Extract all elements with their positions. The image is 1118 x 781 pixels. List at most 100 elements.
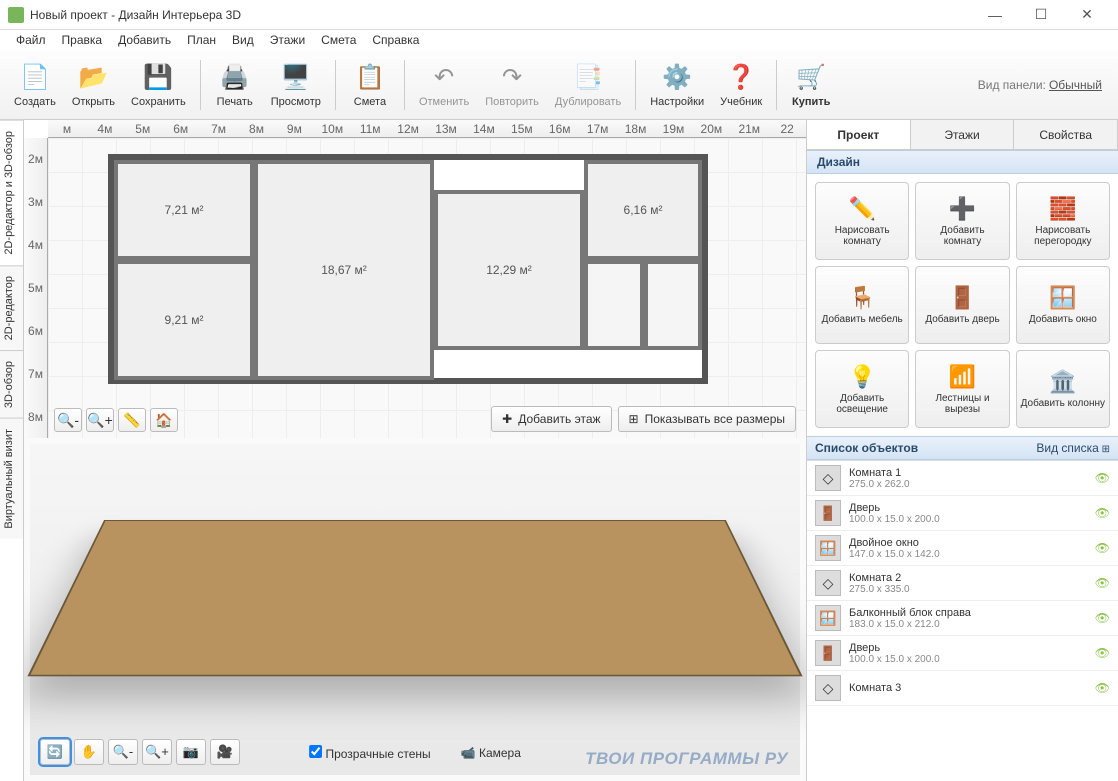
object-list[interactable]: ◇Комната 1275.0 x 262.0👁🚪Дверь100.0 x 15… [807,460,1118,781]
create-button[interactable]: 📄Создать [6,58,64,112]
object-item[interactable]: 🚪Дверь100.0 x 15.0 x 200.0👁 [807,496,1118,531]
show-sizes-button[interactable]: ⊞Показывать все размеры [618,406,796,432]
room-5[interactable]: 9,21 м² [114,260,254,380]
add-floor-button[interactable]: ✚Добавить этаж [491,406,611,432]
design-item-3[interactable]: 🪑Добавить мебель [815,266,909,344]
visibility-icon[interactable]: 👁 [1095,506,1110,520]
watermark: ТВОИ ПРОГРАММЫ РУ [585,749,788,769]
object-icon: 🪟 [815,605,841,631]
tab-2d[interactable]: 2D-редактор [0,265,23,350]
transparent-walls-checkbox[interactable]: Прозрачные стены [309,745,431,761]
ruler-vertical: 2м3м4м5м6м7м8м [24,138,48,438]
visibility-icon[interactable]: 👁 [1095,576,1110,590]
object-item[interactable]: ◇Комната 3👁 [807,671,1118,706]
tab-2d-3d[interactable]: 2D-редактор и 3D-обзор [0,120,23,265]
visibility-icon[interactable]: 👁 [1095,646,1110,660]
copy-icon: 📑 [572,62,604,94]
menu-estimate[interactable]: Смета [313,31,364,49]
save-button[interactable]: 💾Сохранить [123,58,194,112]
design-item-1[interactable]: ➕Добавить комнату [915,182,1009,260]
menu-file[interactable]: Файл [8,31,54,49]
open-button[interactable]: 📂Открыть [64,58,123,112]
object-icon: ◇ [815,570,841,596]
visibility-icon[interactable]: 👁 [1095,541,1110,555]
object-item[interactable]: 🪟Балконный блок справа183.0 x 15.0 x 212… [807,601,1118,636]
monitor-icon: 🖥️ [280,62,312,94]
preview-button[interactable]: 🖥️Просмотр [263,58,329,112]
snapshot-button[interactable]: 📷 [176,739,206,765]
buy-button[interactable]: 🛒Купить [783,58,839,112]
tab-props[interactable]: Свойства [1014,120,1118,149]
room-1[interactable]: 7,21 м² [114,160,254,260]
design-icon: ✏️ [848,195,875,223]
undo-button[interactable]: ↶Отменить [411,58,477,112]
tab-virtual[interactable]: Виртуальный визит [0,418,23,539]
window-title: Новый проект - Дизайн Интерьера 3D [30,8,972,22]
room-2[interactable]: 18,67 м² [254,160,434,380]
room-4[interactable]: 6,16 м² [584,160,702,260]
scene-3d[interactable]: 🔄 ✋ 🔍- 🔍+ 📷 🎥 Прозрачные стены 📹 Камера … [30,444,800,775]
duplicate-button[interactable]: 📑Дублировать [547,58,629,112]
home-button[interactable]: 🏠 [150,408,178,432]
save-icon: 💾 [142,62,174,94]
design-item-0[interactable]: ✏️Нарисовать комнату [815,182,909,260]
pan-button[interactable]: ✋ [74,739,104,765]
right-panel: Проект Этажи Свойства Дизайн ✏️Нарисоват… [806,120,1118,781]
minimize-button[interactable]: — [972,0,1018,30]
cart-icon: 🛒 [795,62,827,94]
visibility-icon[interactable]: 👁 [1095,471,1110,485]
settings-button[interactable]: ⚙️Настройки [642,58,712,112]
visibility-icon[interactable]: 👁 [1095,611,1110,625]
estimate-button[interactable]: 📋Смета [342,58,398,112]
redo-button[interactable]: ↷Повторить [477,58,547,112]
room-small-1[interactable] [584,260,644,350]
menu-view[interactable]: Вид [224,31,262,49]
design-item-8[interactable]: 🏛️Добавить колонну [1016,350,1110,428]
view-3d[interactable]: 🔄 ✋ 🔍- 🔍+ 📷 🎥 Прозрачные стены 📹 Камера … [24,438,806,781]
object-item[interactable]: 🪟Двойное окно147.0 x 15.0 x 142.0👁 [807,531,1118,566]
room-3[interactable]: 12,29 м² [434,190,584,350]
object-item[interactable]: ◇Комната 2275.0 x 335.0👁 [807,566,1118,601]
object-icon: 🚪 [815,640,841,666]
menu-plan[interactable]: План [179,31,224,49]
add-floor-icon: ✚ [502,412,512,426]
toolbar: 📄Создать 📂Открыть 💾Сохранить 🖨️Печать 🖥️… [0,50,1118,120]
zoom-out-3d-button[interactable]: 🔍- [108,739,138,765]
design-item-5[interactable]: 🪟Добавить окно [1016,266,1110,344]
design-item-2[interactable]: 🧱Нарисовать перегородку [1016,182,1110,260]
object-item[interactable]: ◇Комната 1275.0 x 262.0👁 [807,461,1118,496]
measure-button[interactable]: 📏 [118,408,146,432]
tutorial-button[interactable]: ❓Учебник [712,58,770,112]
tab-project[interactable]: Проект [807,120,911,149]
list-view-toggle[interactable]: Вид списка ⊞ [1036,441,1110,455]
visibility-icon[interactable]: 👁 [1095,681,1110,695]
design-item-6[interactable]: 💡Добавить освещение [815,350,909,428]
video-button[interactable]: 🎥 [210,739,240,765]
menu-help[interactable]: Справка [364,31,427,49]
design-icon: 📶 [949,363,976,391]
folder-icon: 📂 [77,62,109,94]
floorplan-canvas[interactable]: 7,21 м² 9,21 м² 18,67 м² 12,29 м² 6,16 м… [48,138,806,438]
side-tabs: 2D-редактор и 3D-обзор 2D-редактор 3D-об… [0,120,24,781]
tab-3d[interactable]: 3D-обзор [0,350,23,418]
orbit-button[interactable]: 🔄 [40,739,70,765]
zoom-out-button[interactable]: 🔍- [54,408,82,432]
print-button[interactable]: 🖨️Печать [207,58,263,112]
menu-floors[interactable]: Этажи [262,31,313,49]
panel-mode-link[interactable]: Обычный [1049,78,1102,92]
tab-floors[interactable]: Этажи [911,120,1015,149]
view-2d[interactable]: 2м3м4м5м6м7м8м 7,21 м² 9,21 м² 18,67 м² … [24,138,806,438]
close-button[interactable]: ✕ [1064,0,1110,30]
design-item-7[interactable]: 📶Лестницы и вырезы [915,350,1009,428]
menu-add[interactable]: Добавить [110,31,179,49]
menu-edit[interactable]: Правка [54,31,111,49]
object-icon: ◇ [815,675,841,701]
zoom-in-button[interactable]: 🔍+ [86,408,114,432]
camera-label[interactable]: 📹 Камера [461,746,521,760]
room-small-2[interactable] [644,260,702,350]
zoom-in-3d-button[interactable]: 🔍+ [142,739,172,765]
object-item[interactable]: 🚪Дверь100.0 x 15.0 x 200.0👁 [807,636,1118,671]
maximize-button[interactable]: ☐ [1018,0,1064,30]
design-item-4[interactable]: 🚪Добавить дверь [915,266,1009,344]
undo-icon: ↶ [428,62,460,94]
